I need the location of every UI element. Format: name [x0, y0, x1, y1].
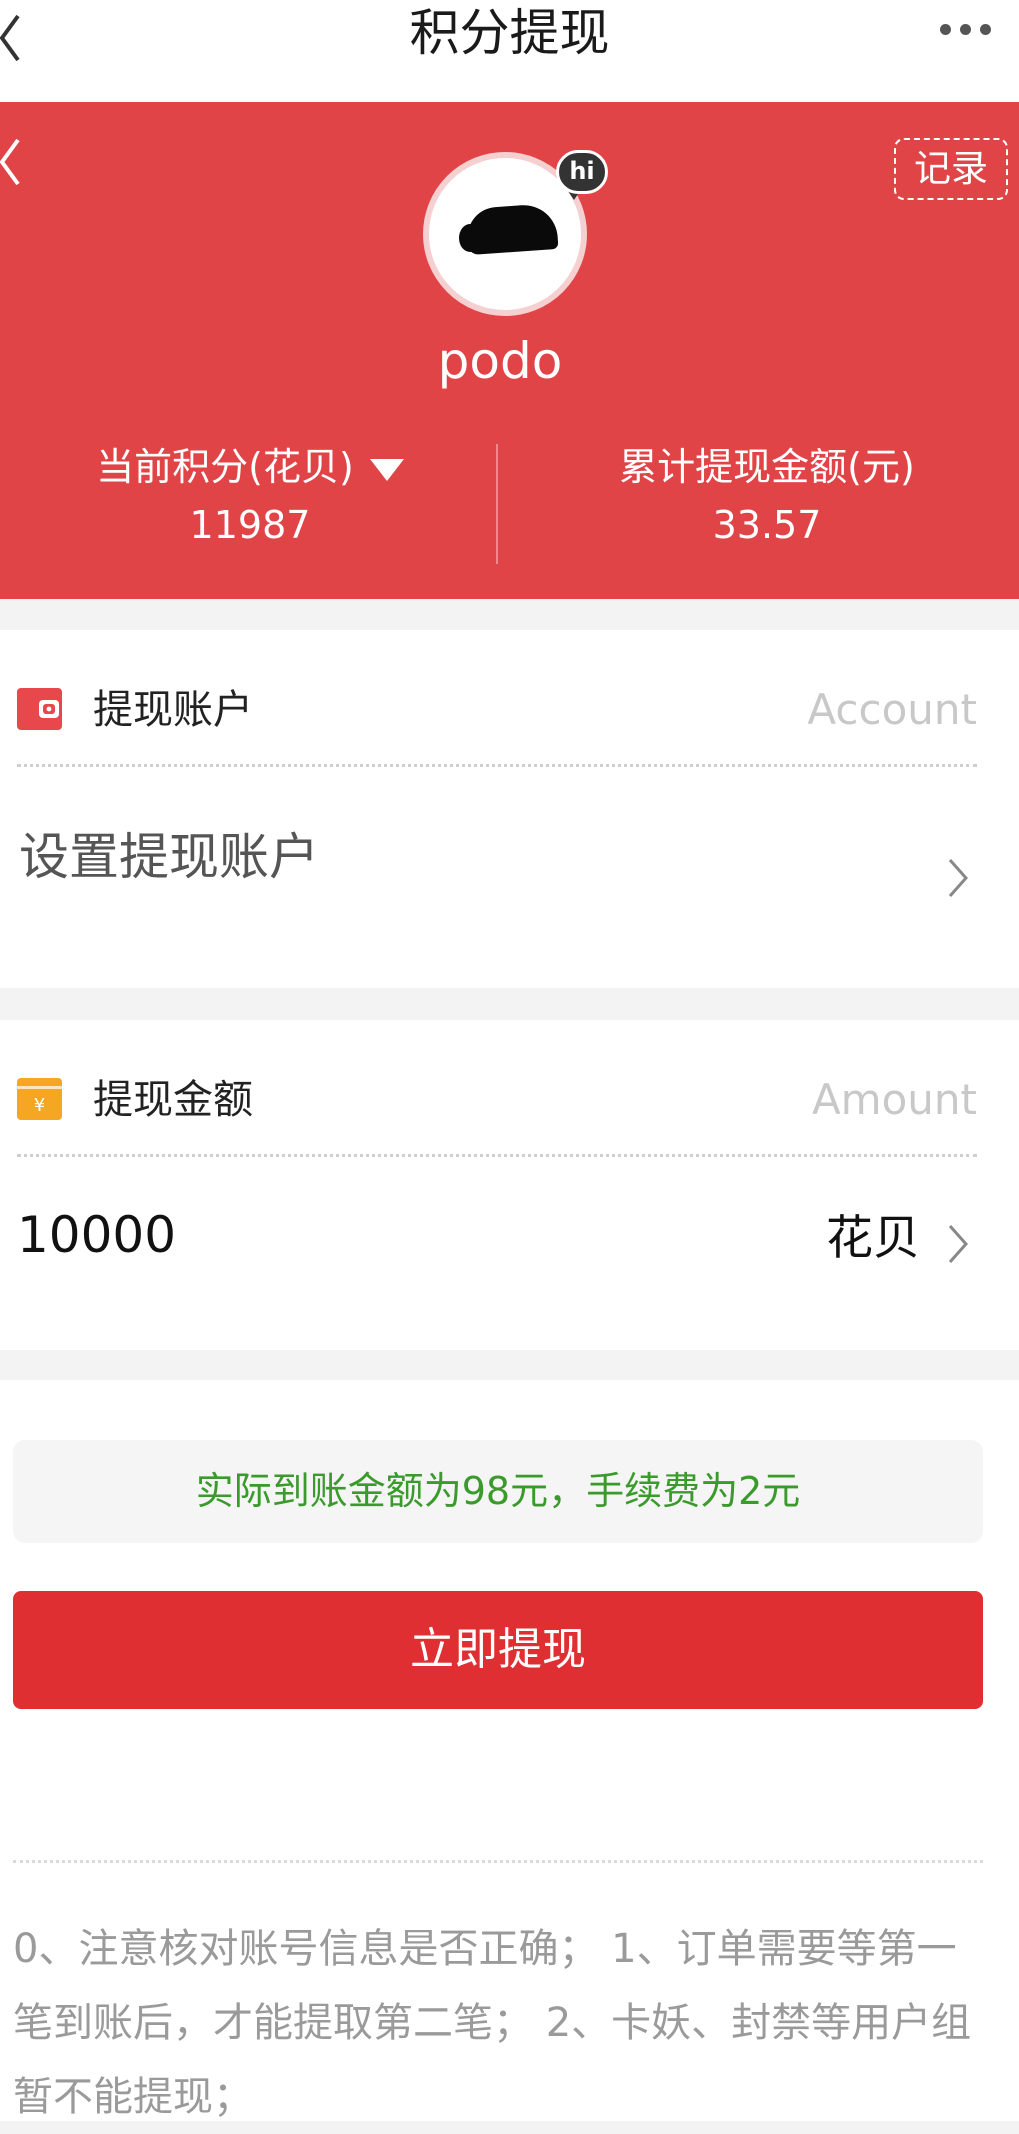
amount-title: 提现金额 — [93, 1077, 253, 1123]
stats-divider — [496, 444, 498, 564]
tips-text: 0、注意核对账号信息是否正确； 1、订单需要等第一笔到账后，才能提取第二笔； 2… — [13, 1926, 972, 2120]
caret-down-icon[interactable] — [369, 458, 404, 481]
yen-icon: ¥ — [17, 1078, 62, 1120]
set-account-field[interactable]: 设置提现账户 — [19, 822, 319, 892]
profile-header: 记录 hi podo 当前积分(花贝) 11987 累计提现金额(元) 33.5… — [0, 102, 1019, 599]
points-label: 当前积分(花贝) — [96, 445, 354, 489]
hi-badge-icon: hi — [556, 150, 608, 200]
withdrawn-stat: 累计提现金额(元) 33.57 — [517, 442, 1017, 550]
chevron-right-icon[interactable] — [946, 856, 970, 900]
account-title: 提现账户 — [93, 687, 253, 733]
account-hint: Account — [807, 685, 977, 734]
points-value: 11987 — [189, 503, 311, 547]
amount-divider — [17, 1154, 977, 1157]
more-dots-icon[interactable] — [940, 24, 992, 38]
wallet-icon — [17, 688, 62, 730]
points-stat[interactable]: 当前积分(花贝) 11987 — [0, 442, 500, 550]
account-divider — [17, 764, 977, 767]
account-card: 提现账户 Account 设置提现账户 — [0, 630, 1019, 988]
withdrawn-label: 累计提现金额(元) — [619, 445, 915, 489]
amount-card: ¥ 提现金额 Amount 10000 花贝 — [0, 1020, 1019, 1350]
header-back-chevron-icon[interactable] — [0, 132, 32, 192]
fee-notice: 实际到账金额为98元，手续费为2元 — [13, 1440, 983, 1543]
withdraw-now-button[interactable]: 立即提现 — [13, 1591, 983, 1709]
nav-bar: 积分提现 — [0, 0, 1019, 102]
unit-chevron-right-icon[interactable] — [946, 1222, 970, 1266]
amount-input[interactable]: 10000 — [17, 1200, 176, 1270]
unit-selector[interactable]: 花贝 — [826, 1206, 920, 1272]
amount-hint: Amount — [811, 1075, 977, 1124]
tips-divider — [13, 1860, 983, 1863]
record-button[interactable]: 记录 — [894, 138, 1008, 200]
hi-badge-text: hi — [556, 150, 608, 194]
username: podo — [437, 332, 563, 390]
page-title: 积分提现 — [409, 4, 610, 62]
withdrawn-value: 33.57 — [712, 503, 822, 547]
svg-text:¥: ¥ — [34, 1095, 45, 1116]
